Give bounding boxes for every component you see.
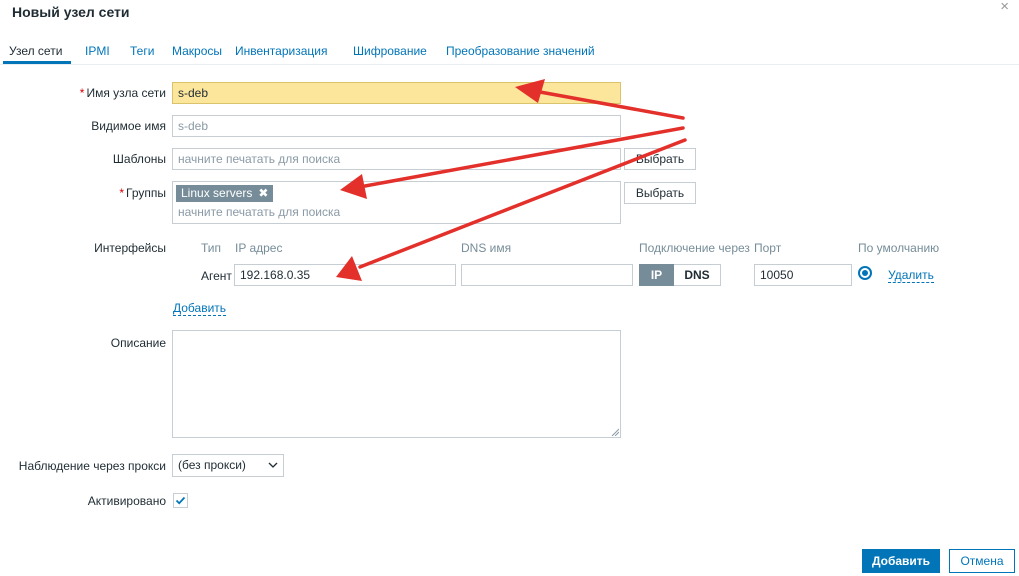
interface-port-header: Порт: [754, 241, 782, 255]
tab-value-mapping[interactable]: Преобразование значений: [446, 44, 595, 58]
checkmark-icon: [175, 496, 186, 505]
tab-ipmi[interactable]: IPMI: [85, 44, 110, 58]
default-interface-radio[interactable]: [858, 266, 872, 280]
proxy-select-value: (без прокси): [178, 458, 246, 472]
interface-type-header: Тип: [201, 241, 222, 255]
tab-encryption[interactable]: Шифрование: [353, 44, 427, 58]
resize-grip-icon[interactable]: [611, 428, 619, 436]
interface-port-input[interactable]: 10050: [754, 264, 852, 286]
proxy-label: Наблюдение через прокси: [18, 459, 166, 473]
proxy-select[interactable]: (без прокси): [172, 454, 284, 477]
remove-chip-icon[interactable]: ✖: [258, 186, 268, 200]
tab-host[interactable]: Узел сети: [9, 44, 62, 58]
interface-type-agent: Агент: [201, 269, 232, 283]
interfaces-label: Интерфейсы: [94, 241, 166, 255]
templates-select-button[interactable]: Выбрать: [624, 148, 696, 170]
host-name-label: * Имя узла сети: [79, 86, 166, 100]
chevron-down-icon: [268, 462, 278, 468]
tab-macros[interactable]: Макросы: [172, 44, 222, 58]
groups-label: * Группы: [119, 186, 166, 200]
group-chip: Linux servers ✖: [176, 185, 274, 202]
host-name-input[interactable]: s-deb: [172, 82, 621, 104]
interface-ip-input[interactable]: 192.168.0.35: [234, 264, 456, 286]
interface-dns-header: DNS имя: [461, 241, 512, 255]
enabled-label: Активировано: [87, 494, 166, 508]
cancel-button[interactable]: Отмена: [949, 549, 1015, 573]
add-button[interactable]: Добавить: [862, 549, 940, 573]
add-interface-link[interactable]: Добавить: [173, 301, 227, 316]
required-mark: *: [119, 186, 125, 200]
connect-dns-toggle[interactable]: DNS: [674, 264, 721, 286]
close-icon[interactable]: ×: [1000, 0, 1009, 15]
interface-default-header: По умолчанию: [858, 241, 940, 255]
interface-ip-header: IP адрес: [235, 241, 283, 255]
templates-label: Шаблоны: [112, 152, 166, 166]
remove-interface-link[interactable]: Удалить: [888, 268, 934, 283]
required-mark: *: [79, 86, 85, 100]
connect-ip-toggle[interactable]: IP: [639, 264, 674, 286]
groups-select-button[interactable]: Выбрать: [624, 182, 696, 204]
dialog-title: Новый узел сети: [12, 4, 130, 20]
interface-connect-header: Подключение через: [639, 241, 750, 255]
tab-tags[interactable]: Теги: [130, 44, 154, 58]
active-tab-indicator: [3, 61, 71, 64]
tab-inventory[interactable]: Инвентаризация: [235, 44, 327, 58]
templates-input[interactable]: начните печатать для поиска: [172, 148, 621, 170]
interface-dns-input[interactable]: [461, 264, 633, 286]
tab-bar: Узел сети IPMI Теги Макросы Инвентаризац…: [0, 38, 1019, 65]
groups-multiselect[interactable]: Linux servers ✖ начните печатать для поис…: [172, 181, 621, 224]
enabled-checkbox[interactable]: [173, 493, 188, 508]
groups-search-placeholder[interactable]: начните печатать для поиска: [178, 205, 340, 219]
description-textarea[interactable]: [172, 330, 621, 438]
visible-name-label: Видимое имя: [91, 119, 166, 133]
visible-name-input[interactable]: s-deb: [172, 115, 621, 137]
description-label: Описание: [110, 336, 166, 350]
